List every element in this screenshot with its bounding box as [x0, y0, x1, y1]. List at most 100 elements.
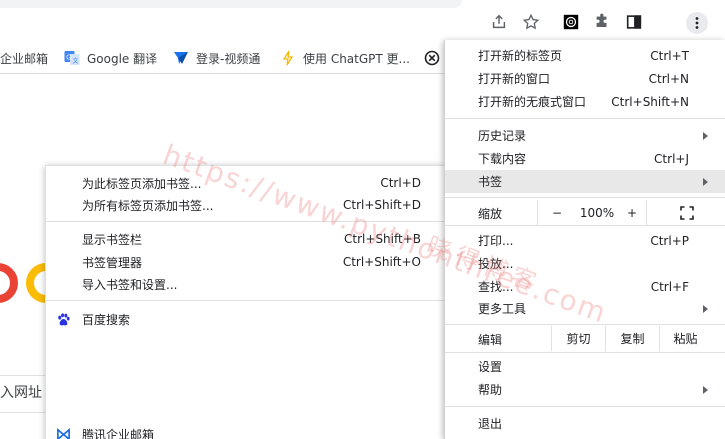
- bookmark-label: Google 翻译: [87, 51, 158, 66]
- svg-text:文: 文: [73, 57, 79, 65]
- fullscreen-icon: [679, 205, 694, 220]
- menu-item-label: 历史记录: [478, 129, 527, 143]
- menu-find[interactable]: 查找... Ctrl+F: [445, 275, 725, 298]
- bookmark-chatgpt[interactable]: 使用 ChatGPT 更...: [280, 49, 410, 67]
- tencent-mail-icon: [55, 426, 71, 439]
- submenu-arrow-icon: [703, 305, 708, 313]
- bookmark-label: 企业邮箱: [0, 51, 49, 66]
- menu-more-tools[interactable]: 更多工具: [445, 297, 725, 320]
- zoom-level-value: 100%: [579, 205, 615, 220]
- menu-item-shortcut: Ctrl+P: [650, 233, 689, 248]
- bookmark-video-login[interactable]: 登录-视频通: [173, 49, 260, 67]
- cut-label: 剪切: [566, 332, 591, 346]
- google-translate-icon: G文: [64, 50, 80, 66]
- menu-item-shortcut: Ctrl+Shift+B: [344, 232, 421, 246]
- more-vert-icon: [695, 17, 699, 29]
- menu-separator: [46, 300, 446, 301]
- zoom-out-button[interactable]: −: [537, 200, 576, 225]
- menu-settings[interactable]: 设置: [445, 355, 725, 378]
- svg-text:G: G: [66, 55, 71, 62]
- show-bookmarks-bar[interactable]: 显示书签栏 Ctrl+Shift+B: [46, 228, 446, 250]
- menu-item-label: 书签: [478, 175, 503, 189]
- bookmark-all-tabs[interactable]: 为所有标签页添加书签... Ctrl+Shift+D: [46, 194, 446, 216]
- menu-item-shortcut: Ctrl+D: [380, 176, 421, 190]
- menu-item-label: 打印...: [478, 234, 514, 248]
- copy-button[interactable]: 复制: [605, 326, 659, 351]
- menu-item-shortcut: Ctrl+Shift+N: [611, 94, 689, 109]
- menu-help[interactable]: 帮助: [445, 378, 725, 401]
- menu-separator: [46, 221, 446, 222]
- bookmark-manager[interactable]: 书签管理器 Ctrl+Shift+O: [46, 251, 446, 273]
- menu-separator: [445, 197, 725, 198]
- bookmark-google-translate[interactable]: G文 Google 翻译: [64, 49, 157, 67]
- menu-separator: [445, 406, 725, 407]
- zoom-in-button[interactable]: +: [618, 200, 646, 225]
- bookmark-tencent-mail[interactable]: 腾讯企业邮箱: [46, 423, 446, 439]
- side-panel-icon[interactable]: [624, 12, 644, 32]
- menu-item-label: 打开新的窗口: [478, 72, 551, 86]
- menu-item-shortcut: Ctrl+Shift+O: [342, 255, 421, 269]
- menu-item-shortcut: Ctrl+J: [654, 151, 689, 166]
- chrome-menu-button[interactable]: [686, 12, 708, 34]
- menu-new-window[interactable]: 打开新的窗口 Ctrl+N: [445, 67, 725, 90]
- menu-bookmarks[interactable]: 书签: [445, 170, 725, 193]
- menu-item-shortcut: Ctrl+N: [648, 71, 689, 86]
- paste-label: 粘贴: [673, 332, 698, 346]
- menu-separator: [445, 324, 725, 325]
- import-bookmarks[interactable]: 导入书签和设置...: [46, 273, 446, 295]
- menu-separator: [445, 352, 725, 353]
- menu-zoom-row: 缩放 − 100% +: [445, 200, 725, 225]
- menu-item-label: 打开新的无痕式窗口: [478, 95, 587, 109]
- menu-print[interactable]: 打印... Ctrl+P: [445, 229, 725, 252]
- extensions-puzzle-icon[interactable]: [592, 12, 612, 32]
- menu-separator: [445, 118, 725, 119]
- video-app-icon: [173, 50, 189, 66]
- share-icon[interactable]: [489, 12, 509, 32]
- menu-item-shortcut: Ctrl+F: [650, 279, 689, 294]
- bookmarks-submenu: 为此标签页添加书签... Ctrl+D 为所有标签页添加书签... Ctrl+S…: [45, 165, 446, 439]
- menu-item-label: 百度搜索: [82, 312, 131, 327]
- bookmark-baidu[interactable]: 百度搜索: [46, 308, 446, 330]
- menu-exit[interactable]: 退出: [445, 412, 725, 435]
- menu-downloads[interactable]: 下载内容 Ctrl+J: [445, 147, 725, 170]
- menu-item-label: 显示书签栏: [82, 232, 143, 247]
- menu-item-label: 为所有标签页添加书签...: [82, 198, 214, 213]
- menu-item-label: 下载内容: [478, 152, 527, 166]
- bookmark-label: 使用 ChatGPT 更...: [303, 51, 410, 66]
- menu-separator: [445, 225, 725, 226]
- menu-history[interactable]: 历史记录: [445, 124, 725, 147]
- menu-new-tab[interactable]: 打开新的标签页 Ctrl+T: [445, 44, 725, 67]
- bookmark-label: 登录-视频通: [196, 51, 261, 66]
- menu-item-label: 设置: [478, 360, 503, 374]
- address-bar[interactable]: [0, 0, 462, 8]
- submenu-arrow-icon: [703, 386, 708, 394]
- menu-cast[interactable]: 投放...: [445, 252, 725, 275]
- search-placeholder: 入网址: [0, 385, 42, 401]
- google-logo-letter-o-red: [0, 263, 18, 303]
- extension-chatgpt-icon[interactable]: [561, 12, 581, 32]
- fullscreen-button[interactable]: [646, 200, 725, 225]
- menu-item-label: 投放...: [478, 257, 514, 271]
- zoom-out-label: −: [551, 205, 563, 220]
- menu-item-shortcut: Ctrl+T: [650, 48, 689, 63]
- bookmark-this-tab[interactable]: 为此标签页添加书签... Ctrl+D: [46, 172, 446, 194]
- chrome-main-menu: 打开新的标签页 Ctrl+T 打开新的窗口 Ctrl+N 打开新的无痕式窗口 C…: [444, 40, 725, 439]
- menu-new-incognito-window[interactable]: 打开新的无痕式窗口 Ctrl+Shift+N: [445, 90, 725, 113]
- menu-item-label: 打开新的标签页: [478, 49, 563, 63]
- menu-item-label: 缩放: [478, 207, 503, 221]
- toolbar: [0, 0, 725, 42]
- menu-item-label: 帮助: [478, 383, 503, 397]
- baidu-paw-icon: [55, 311, 71, 327]
- menu-edit-row: 编辑 剪切 复制 粘贴: [445, 326, 725, 351]
- submenu-arrow-icon: [703, 132, 708, 140]
- menu-item-label: 为此标签页添加书签...: [82, 176, 202, 191]
- copy-label: 复制: [620, 332, 645, 346]
- cut-button[interactable]: 剪切: [551, 326, 605, 351]
- menu-item-label: 腾讯企业邮箱: [82, 427, 155, 439]
- circle-x-icon: [424, 50, 440, 66]
- paste-button[interactable]: 粘贴: [659, 326, 711, 351]
- menu-item-label: 退出: [478, 417, 503, 431]
- bookmark-star-icon[interactable]: [521, 12, 541, 32]
- menu-item-shortcut: Ctrl+Shift+D: [343, 198, 421, 212]
- bookmark-enterprise-mail[interactable]: 企业邮箱: [0, 49, 48, 67]
